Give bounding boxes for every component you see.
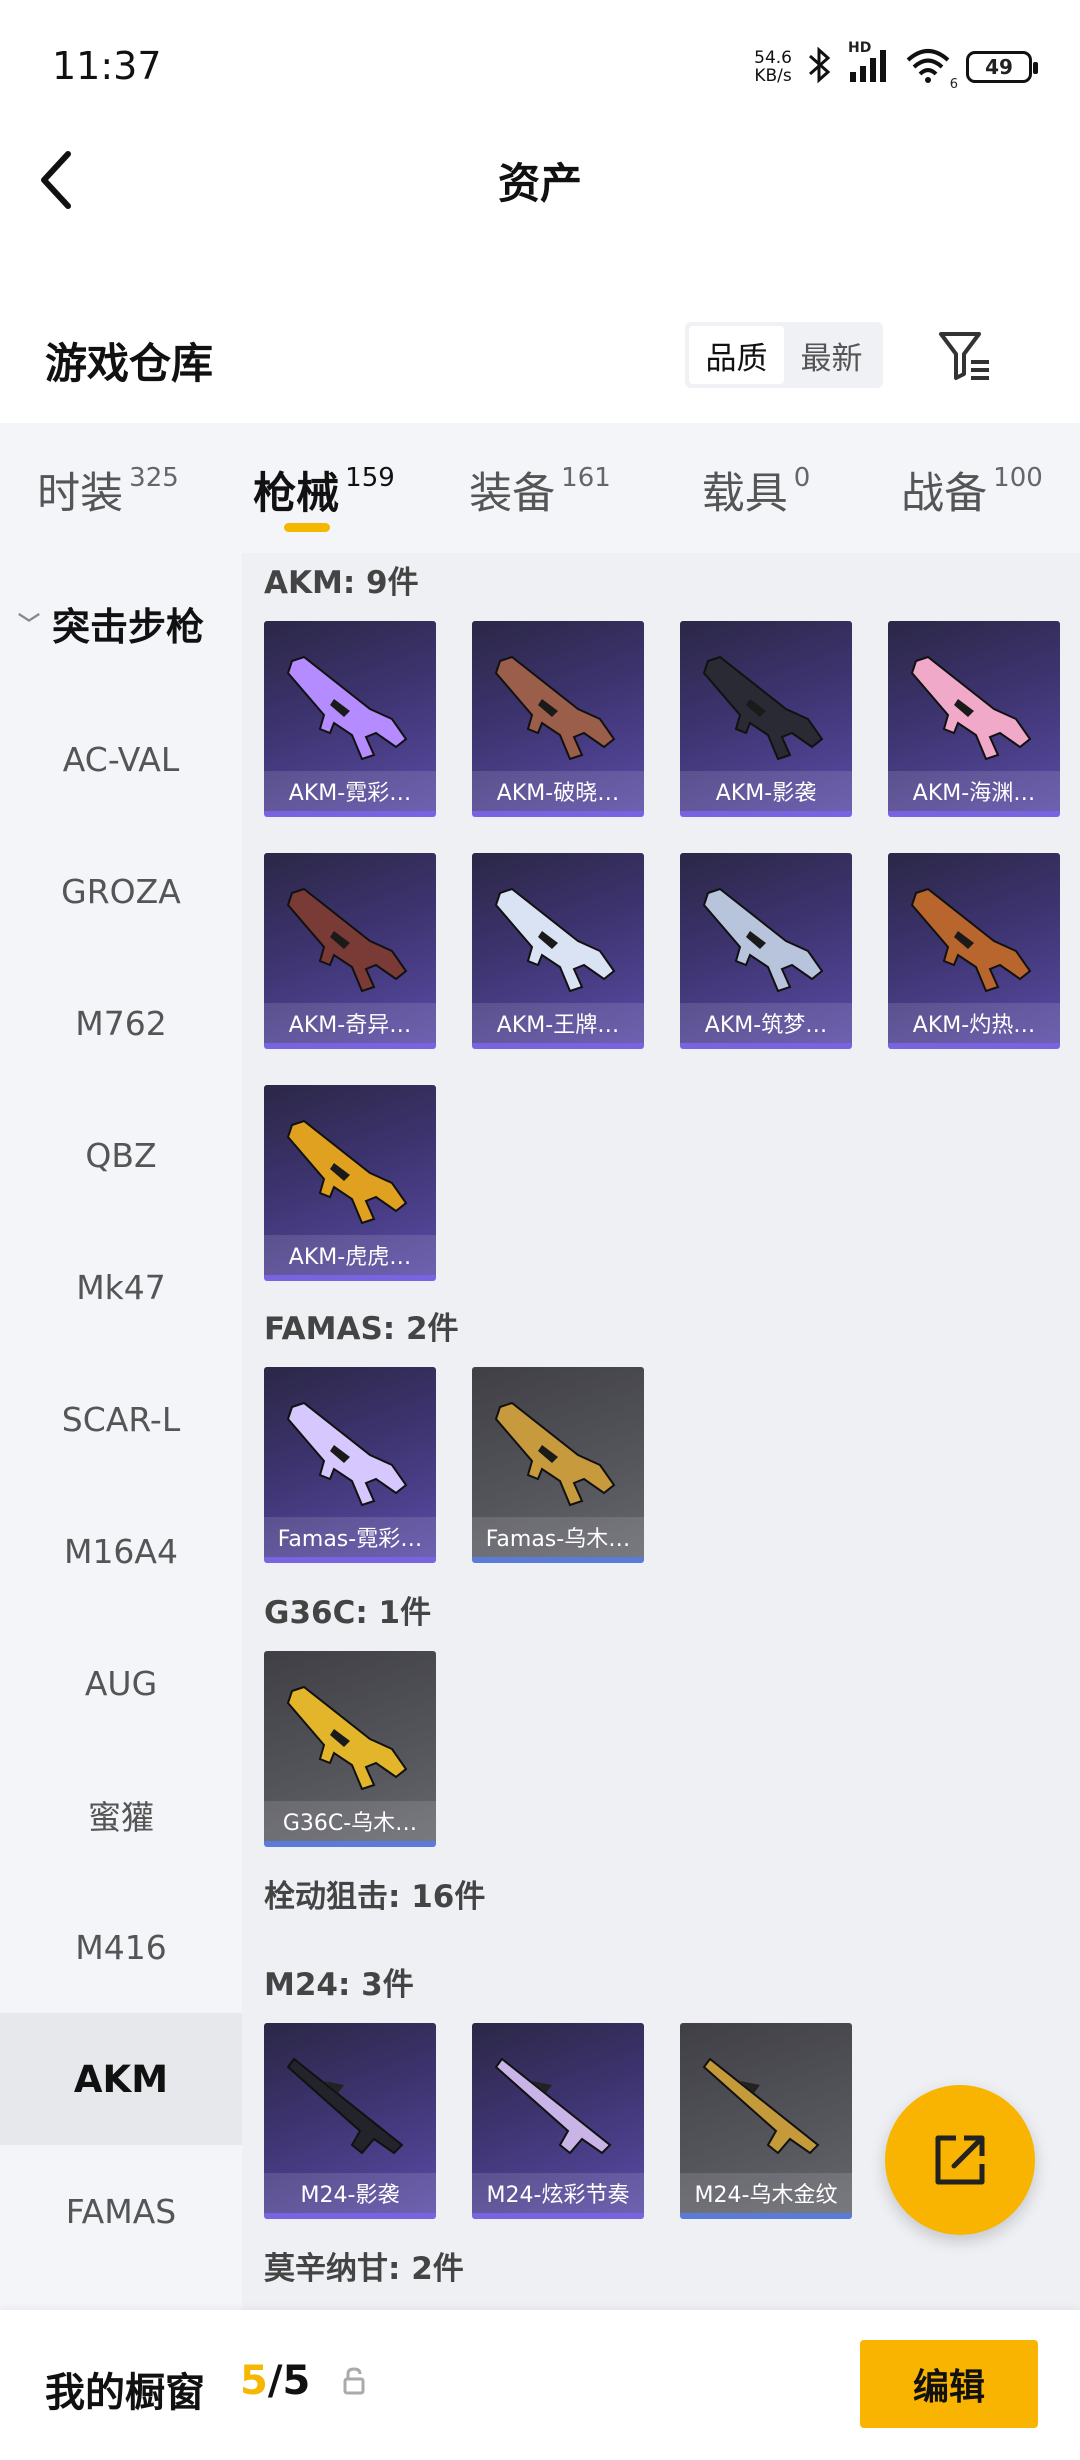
sidebar-item-ac-val[interactable]: AC-VAL: [0, 693, 242, 825]
clock: 11:37: [52, 44, 162, 88]
sidebar-item-honey-badger[interactable]: 蜜獾: [0, 1749, 242, 1881]
item-card[interactable]: Famas-霓彩…: [264, 1367, 436, 1563]
sidebar-item-scar-l[interactable]: SCAR-L: [0, 1353, 242, 1485]
item-card[interactable]: Famas-乌木…: [472, 1367, 644, 1563]
showcase-count: 5/5: [240, 2358, 311, 2404]
item-card[interactable]: M24-乌木金纹: [680, 2023, 852, 2219]
warehouse-title: 游戏仓库: [45, 339, 214, 388]
tab-firearms[interactable]: 枪械 159: [216, 423, 432, 553]
sidebar-item-famas[interactable]: FAMAS: [0, 2145, 242, 2277]
group-label-famas: FAMAS: 2件: [264, 1311, 459, 1347]
sidebar-item-groza[interactable]: GROZA: [0, 825, 242, 957]
active-tab-indicator: [284, 523, 330, 532]
sidebar-item-mk47[interactable]: Mk47: [0, 1221, 242, 1353]
item-card[interactable]: M24-影袭: [264, 2023, 436, 2219]
item-card[interactable]: AKM-霓彩…: [264, 621, 436, 817]
showcase-bar: 我的橱窗 5/5 编辑: [0, 2310, 1080, 2460]
group-label-bolt-action: 栓动狙击: 16件: [264, 1879, 486, 1915]
weapon-type-sidebar: ﹀ 突击步枪 AC-VAL GROZA M762 QBZ Mk47 SCAR-L…: [0, 553, 242, 2310]
bluetooth-icon: [806, 46, 834, 88]
tab-supplies[interactable]: 战备 100: [864, 423, 1080, 553]
sidebar-item-m762[interactable]: M762: [0, 957, 242, 1089]
status-icons: 54.6 KB/s HD 6 49: [754, 40, 1038, 92]
weapon-list: AKM: 9件 AKM-霓彩… AKM-破晓… AKM-影袭 AKM-海渊… A…: [242, 553, 1080, 2310]
item-card[interactable]: M24-炫彩节奏: [472, 2023, 644, 2219]
lock-icon: [342, 2366, 366, 2400]
item-card[interactable]: AKM-灼热…: [888, 853, 1060, 1049]
share-icon: [935, 2135, 985, 2185]
chevron-down-icon: ﹀: [18, 613, 41, 638]
signal-icon: HD: [848, 40, 890, 88]
share-button[interactable]: [885, 2085, 1035, 2235]
item-card[interactable]: AKM-筑梦…: [680, 853, 852, 1049]
sidebar-item-m416[interactable]: M416: [0, 1881, 242, 2013]
tab-fashion[interactable]: 时装 325: [0, 423, 216, 553]
sidebar-item-m16a4[interactable]: M16A4: [0, 1485, 242, 1617]
page-title: 资产: [497, 159, 582, 208]
item-card[interactable]: G36C-乌木…: [264, 1651, 436, 1847]
edit-button[interactable]: 编辑: [860, 2340, 1038, 2428]
sidebar-section-header[interactable]: ﹀ 突击步枪: [0, 553, 242, 693]
status-bar: 11:37 54.6 KB/s HD 6 49: [0, 0, 1080, 135]
wifi-icon: 6: [904, 46, 958, 92]
filter-button[interactable]: [935, 326, 995, 386]
tab-equipment[interactable]: 装备 161: [432, 423, 648, 553]
group-label-akm: AKM: 9件: [264, 565, 419, 601]
group-label-mosin: 莫辛纳甘: 2件: [264, 2251, 464, 2287]
battery-icon: 49: [966, 51, 1038, 83]
category-tabs: 时装 325 枪械 159 装备 161 载具 0 战备 100: [0, 423, 1080, 553]
item-card[interactable]: AKM-破晓…: [472, 621, 644, 817]
sort-newest-button[interactable]: 最新: [784, 326, 879, 384]
tab-vehicles[interactable]: 载具 0: [648, 423, 864, 553]
group-label-m24: M24: 3件: [264, 1967, 414, 2003]
item-card[interactable]: AKM-海渊…: [888, 621, 1060, 817]
showcase-title: 我的橱窗: [45, 2370, 205, 2416]
sort-toggle: 品质 最新: [685, 322, 883, 388]
group-label-g36c: G36C: 1件: [264, 1595, 432, 1631]
filter-icon: [939, 332, 989, 380]
sidebar-item-akm[interactable]: AKM: [0, 2013, 242, 2145]
item-card[interactable]: AKM-影袭: [680, 621, 852, 817]
sidebar-item-qbz[interactable]: QBZ: [0, 1089, 242, 1221]
sort-quality-button[interactable]: 品质: [689, 326, 784, 384]
item-card[interactable]: AKM-奇异…: [264, 853, 436, 1049]
net-speed: 54.6 KB/s: [754, 48, 792, 86]
sidebar-item-aug[interactable]: AUG: [0, 1617, 242, 1749]
item-card[interactable]: AKM-虎虎…: [264, 1085, 436, 1281]
item-card[interactable]: AKM-王牌…: [472, 853, 644, 1049]
